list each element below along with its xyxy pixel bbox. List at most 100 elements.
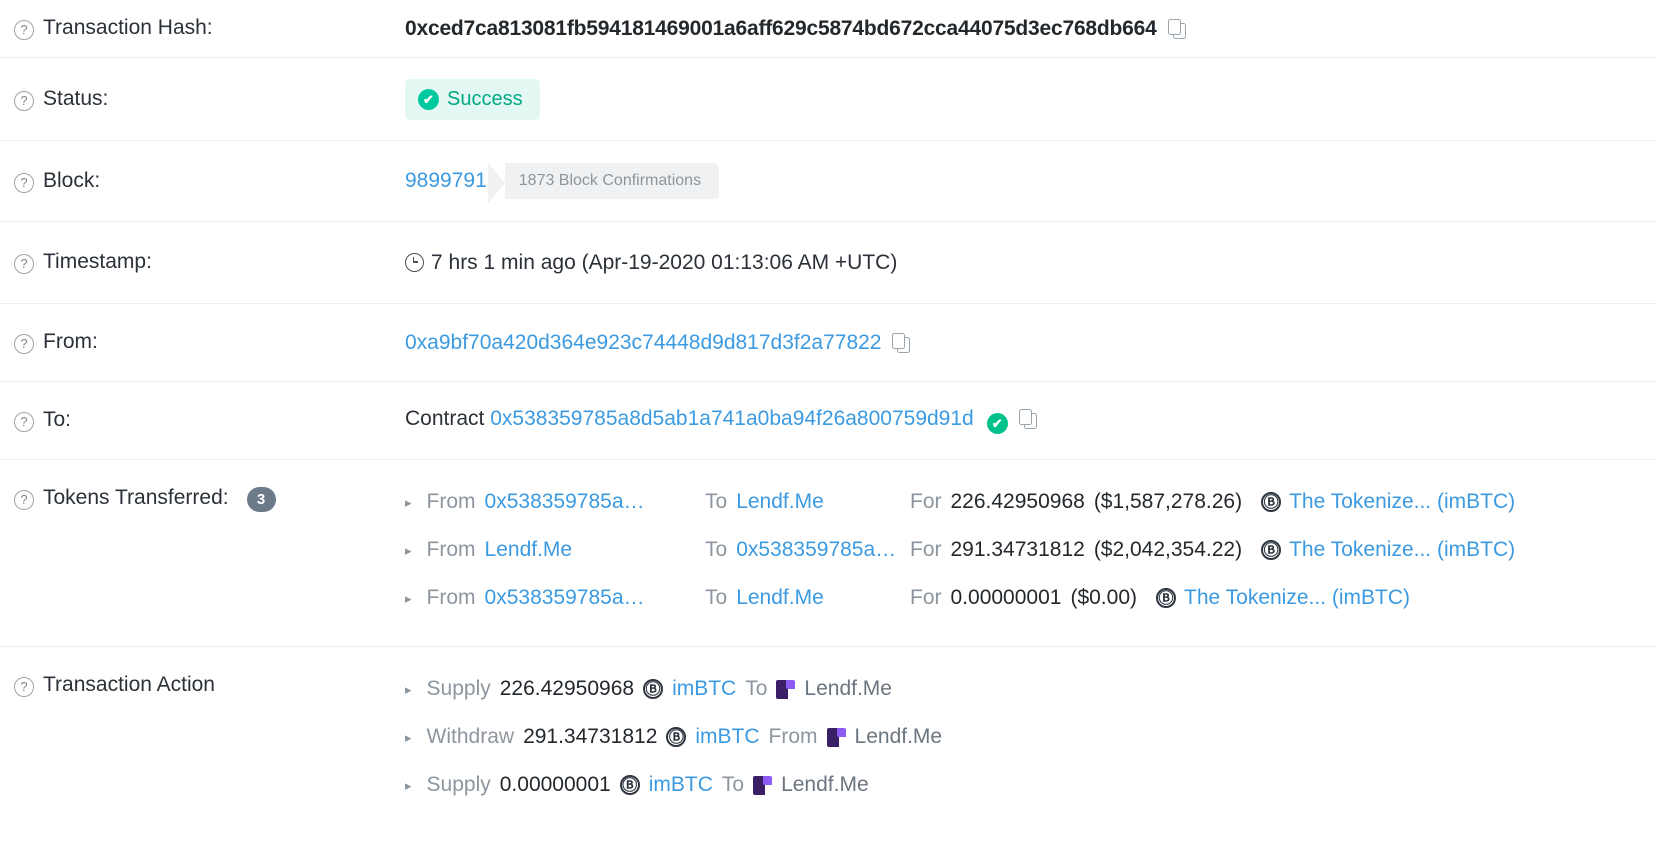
imbtc-coin-icon xyxy=(1261,540,1282,560)
label-to: ? To: xyxy=(0,409,405,432)
transfer-usd-value: ($2,042,354.22) xyxy=(1093,538,1243,561)
copy-icon[interactable] xyxy=(1018,408,1037,429)
row-transaction-hash: ? Transaction Hash: 0xced7ca813081fb5941… xyxy=(0,0,1657,58)
action-token-link[interactable]: imBTC xyxy=(649,773,713,797)
block-number-link[interactable]: 9899791 xyxy=(405,169,487,193)
expand-caret-icon[interactable] xyxy=(405,496,412,509)
copy-icon[interactable] xyxy=(892,332,911,353)
from-address-link[interactable]: 0xa9bf70a420d364e923c74448d9d817d3f2a778… xyxy=(405,331,881,354)
value-transaction-hash: 0xced7ca813081fb594181469001a6aff629c587… xyxy=(405,17,1657,41)
token-transfer-row: From 0x538359785a… To Lendf.Me For 0.000… xyxy=(405,574,1657,622)
row-tokens-transferred: ? Tokens Transferred: 3 From 0x538359785… xyxy=(0,460,1657,647)
value-status: Success xyxy=(405,78,1657,120)
help-icon[interactable]: ? xyxy=(14,677,34,697)
to-address-link[interactable]: 0x538359785a8d5ab1a741a0ba94f26a800759d9… xyxy=(490,407,974,430)
transfer-to-link[interactable]: Lendf.Me xyxy=(736,490,824,514)
row-timestamp: ? Timestamp: 7 hrs 1 min ago (Apr-19-202… xyxy=(0,222,1657,304)
imbtc-coin-icon xyxy=(643,679,664,699)
transfer-amount: 0.00000001 xyxy=(950,586,1062,609)
label-text: Transaction Hash: xyxy=(43,16,213,39)
transfer-to-link[interactable]: 0x538359785a… xyxy=(736,538,896,562)
transfer-from-link[interactable]: 0x538359785a… xyxy=(485,586,645,610)
label-text: Block: xyxy=(43,168,101,192)
action-amount: 226.42950968 xyxy=(499,677,635,700)
label-text: From: xyxy=(43,330,98,353)
expand-caret-icon[interactable] xyxy=(405,544,412,557)
transaction-action-row: Withdraw 291.34731812 imBTC From Lendf.M… xyxy=(405,713,1657,761)
contract-prefix: Contract xyxy=(405,406,485,430)
token-link[interactable]: The Tokenize... (imBTC) xyxy=(1184,586,1410,610)
action-amount: 0.00000001 xyxy=(499,773,611,796)
block-confirmations: 1873 Block Confirmations xyxy=(487,163,720,203)
help-icon[interactable]: ? xyxy=(14,334,34,354)
label-from: ? From: xyxy=(0,331,405,354)
row-to: ? To: Contract 0x538359785a8d5ab1a741a0b… xyxy=(0,382,1657,460)
label-status: ? Status: xyxy=(0,88,405,111)
action-preposition: To xyxy=(721,773,745,796)
copy-icon[interactable] xyxy=(1167,18,1186,39)
value-from: 0xa9bf70a420d364e923c74448d9d817d3f2a778… xyxy=(405,331,1657,355)
help-icon[interactable]: ? xyxy=(14,490,34,510)
action-verb: Supply xyxy=(426,677,491,700)
imbtc-coin-icon xyxy=(619,775,640,795)
row-status: ? Status: Success xyxy=(0,58,1657,141)
row-transaction-action: ? Transaction Action Supply 226.42950968… xyxy=(0,647,1657,829)
help-icon[interactable]: ? xyxy=(14,254,34,274)
imbtc-coin-icon xyxy=(1156,588,1176,608)
help-icon[interactable]: ? xyxy=(14,90,34,111)
transfer-amount: 226.42950968 xyxy=(950,490,1085,513)
lendfme-logo-icon xyxy=(826,727,846,747)
timestamp-text: 7 hrs 1 min ago (Apr-19-2020 01:13:06 AM… xyxy=(431,250,898,274)
token-link[interactable]: The Tokenize... (imBTC) xyxy=(1289,538,1515,562)
label-transaction-action: ? Transaction Action xyxy=(0,665,405,697)
expand-caret-icon[interactable] xyxy=(405,592,412,605)
transfer-from-link[interactable]: Lendf.Me xyxy=(485,538,573,562)
clock-icon xyxy=(405,252,424,272)
action-venue: Lendf.Me xyxy=(804,677,892,700)
from-keyword: From xyxy=(426,490,476,513)
action-venue: Lendf.Me xyxy=(781,773,869,796)
row-block: ? Block: 9899791 1873 Block Confirmation… xyxy=(0,141,1657,222)
token-transfer-row: From 0x538359785a… To Lendf.Me For 226.4… xyxy=(405,478,1657,526)
value-transaction-action: Supply 226.42950968 imBTC To Lendf.Me Wi… xyxy=(405,665,1657,809)
label-text: Transaction Action xyxy=(43,673,215,696)
expand-caret-icon[interactable] xyxy=(405,683,412,696)
for-keyword: For xyxy=(910,586,942,609)
value-tokens-transferred: From 0x538359785a… To Lendf.Me For 226.4… xyxy=(405,478,1657,622)
label-text: Status: xyxy=(43,86,109,110)
lendfme-logo-icon xyxy=(776,679,796,699)
label-timestamp: ? Timestamp: xyxy=(0,251,405,274)
expand-caret-icon[interactable] xyxy=(405,731,412,744)
transfer-usd-value: ($0.00) xyxy=(1070,586,1137,609)
transfer-to-link[interactable]: Lendf.Me xyxy=(736,586,824,610)
action-verb: Withdraw xyxy=(426,725,515,748)
help-icon[interactable]: ? xyxy=(14,20,34,40)
action-token-link[interactable]: imBTC xyxy=(695,725,759,749)
transaction-action-row: Supply 0.00000001 imBTC To Lendf.Me xyxy=(405,761,1657,809)
imbtc-coin-icon xyxy=(666,727,687,747)
transfer-from-link[interactable]: 0x538359785a… xyxy=(485,490,645,514)
from-keyword: From xyxy=(426,538,476,561)
status-text: Success xyxy=(447,87,523,110)
transaction-action-row: Supply 226.42950968 imBTC To Lendf.Me xyxy=(405,665,1657,713)
for-keyword: For xyxy=(910,490,942,513)
verified-check-icon xyxy=(986,413,1008,435)
transaction-details-panel: ? Transaction Hash: 0xced7ca813081fb5941… xyxy=(0,0,1657,829)
action-venue: Lendf.Me xyxy=(854,725,943,748)
help-icon[interactable]: ? xyxy=(14,412,34,432)
to-keyword: To xyxy=(705,586,728,609)
action-verb: Supply xyxy=(426,773,491,796)
lendfme-logo-icon xyxy=(753,775,773,795)
action-preposition: To xyxy=(745,677,768,700)
help-icon[interactable]: ? xyxy=(14,172,34,193)
expand-caret-icon[interactable] xyxy=(405,779,412,792)
value-to: Contract 0x538359785a8d5ab1a741a0ba94f26… xyxy=(405,407,1657,435)
status-badge: Success xyxy=(405,78,540,120)
transaction-hash-value: 0xced7ca813081fb594181469001a6aff629c587… xyxy=(405,16,1157,40)
check-circle-icon xyxy=(418,88,439,110)
value-timestamp: 7 hrs 1 min ago (Apr-19-2020 01:13:06 AM… xyxy=(405,251,1657,275)
label-text: Tokens Transferred: xyxy=(43,486,229,509)
token-link[interactable]: The Tokenize... (imBTC) xyxy=(1289,490,1515,514)
label-transaction-hash: ? Transaction Hash: xyxy=(0,17,405,40)
action-token-link[interactable]: imBTC xyxy=(672,677,736,701)
